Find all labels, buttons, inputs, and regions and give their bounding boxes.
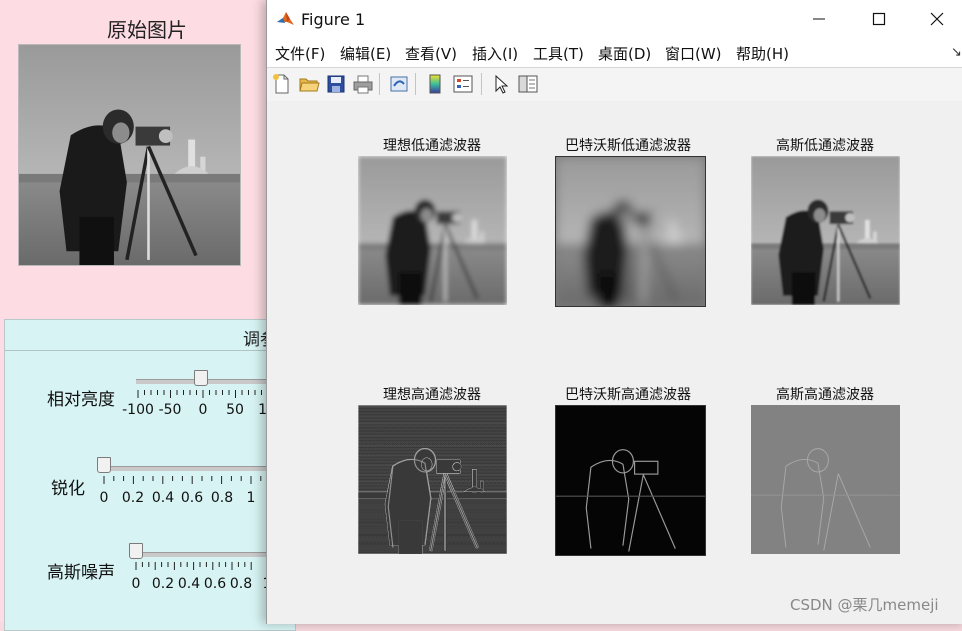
subplot-ideal-highpass	[358, 405, 507, 554]
subplot-ideal-lowpass	[358, 156, 507, 305]
tick-label: 0	[99, 490, 109, 506]
tick-label: -100	[122, 402, 154, 418]
new-figure-icon[interactable]	[271, 73, 293, 95]
tick-label: 0	[131, 576, 141, 592]
toolbar-separator	[481, 73, 482, 95]
subplot-butterworth-highpass	[555, 405, 706, 556]
subplot-gaussian-lowpass	[751, 156, 900, 305]
figure-window: Figure 1 文件(F) 编辑(E) 查看(V) 插入(I) 工具(T) 桌…	[266, 0, 962, 624]
menu-overflow-icon[interactable]: ↘	[951, 45, 962, 60]
save-icon[interactable]	[325, 73, 347, 95]
print-icon[interactable]	[352, 73, 374, 95]
subplot-title-butterworth-highpass: 巴特沃斯高通滤波器	[565, 387, 691, 403]
sharpen-slider-thumb[interactable]	[97, 457, 111, 473]
menu-tools[interactable]: 工具(T)	[533, 43, 584, 64]
subplot-title-gaussian-lowpass: 高斯低通滤波器	[776, 138, 874, 154]
tick-label: 0.8	[229, 576, 253, 592]
brightness-slider-thumb[interactable]	[194, 370, 208, 386]
gaussian-noise-slider-thumb[interactable]	[129, 543, 143, 559]
menu-edit[interactable]: 编辑(E)	[340, 43, 391, 64]
brightness-label: 相对亮度	[47, 390, 115, 410]
tick-label: 0.6	[180, 490, 204, 506]
tick-label: 0	[198, 402, 208, 418]
tick-label: -50	[158, 402, 182, 418]
menu-file[interactable]: 文件(F)	[275, 43, 325, 64]
tick-label: 1	[246, 490, 256, 506]
pointer-icon[interactable]	[490, 73, 512, 95]
sharpen-label: 锐化	[51, 479, 85, 499]
toolbar-separator	[415, 73, 416, 95]
maximize-icon	[872, 12, 886, 26]
menu-desktop[interactable]: 桌面(D)	[598, 43, 651, 64]
figure-canvas: 理想低通滤波器 巴特沃斯低通滤波器 高斯低通滤波器 理想高通滤波器 巴特沃斯高通…	[267, 101, 962, 624]
tick-label: 0.6	[203, 576, 227, 592]
parameter-panel: 调参 相对亮度 -100 -50 0 50 1 0 锐化	[4, 319, 302, 631]
original-image-title: 原始图片	[107, 18, 187, 42]
watermark: CSDN @栗几memeji	[790, 596, 939, 614]
legend-icon[interactable]	[452, 73, 474, 95]
link-plot-icon[interactable]	[388, 73, 410, 95]
subplot-title-ideal-highpass: 理想高通滤波器	[383, 387, 481, 403]
open-file-icon[interactable]	[298, 73, 320, 95]
menu-bar: 文件(F) 编辑(E) 查看(V) 插入(I) 工具(T) 桌面(D) 窗口(W…	[267, 38, 962, 67]
subplot-title-gaussian-highpass: 高斯高通滤波器	[776, 387, 874, 403]
parameter-panel-header: 调参	[5, 320, 295, 351]
tick-label: 0.4	[177, 576, 201, 592]
toolbar-separator	[379, 73, 380, 95]
close-icon	[930, 12, 944, 26]
toolbar	[267, 67, 962, 102]
property-inspector-icon[interactable]	[517, 73, 539, 95]
tick-label: 0.2	[121, 490, 145, 506]
window-title: Figure 1	[301, 10, 366, 29]
close-button[interactable]	[907, 0, 962, 38]
matlab-icon	[277, 12, 294, 25]
title-bar[interactable]: Figure 1	[267, 0, 962, 38]
menu-insert[interactable]: 插入(I)	[472, 43, 518, 64]
subplot-title-butterworth-lowpass: 巴特沃斯低通滤波器	[565, 138, 691, 154]
menu-help[interactable]: 帮助(H)	[736, 43, 789, 64]
gaussian-noise-label: 高斯噪声	[47, 563, 115, 583]
menu-window[interactable]: 窗口(W)	[665, 43, 722, 64]
tick-label: 50	[226, 402, 244, 418]
subplot-butterworth-lowpass	[555, 156, 706, 307]
colorbar-icon[interactable]	[424, 73, 446, 95]
minimize-button[interactable]	[789, 0, 849, 38]
minimize-icon	[813, 18, 825, 20]
subplot-title-ideal-lowpass: 理想低通滤波器	[383, 138, 481, 154]
subplot-gaussian-highpass	[751, 405, 900, 554]
tick-label: 0.4	[151, 490, 175, 506]
original-image	[18, 44, 241, 266]
tick-label: 0.2	[151, 576, 175, 592]
tick-label: 0.8	[210, 490, 234, 506]
maximize-button[interactable]	[849, 0, 909, 38]
menu-view[interactable]: 查看(V)	[405, 43, 457, 64]
